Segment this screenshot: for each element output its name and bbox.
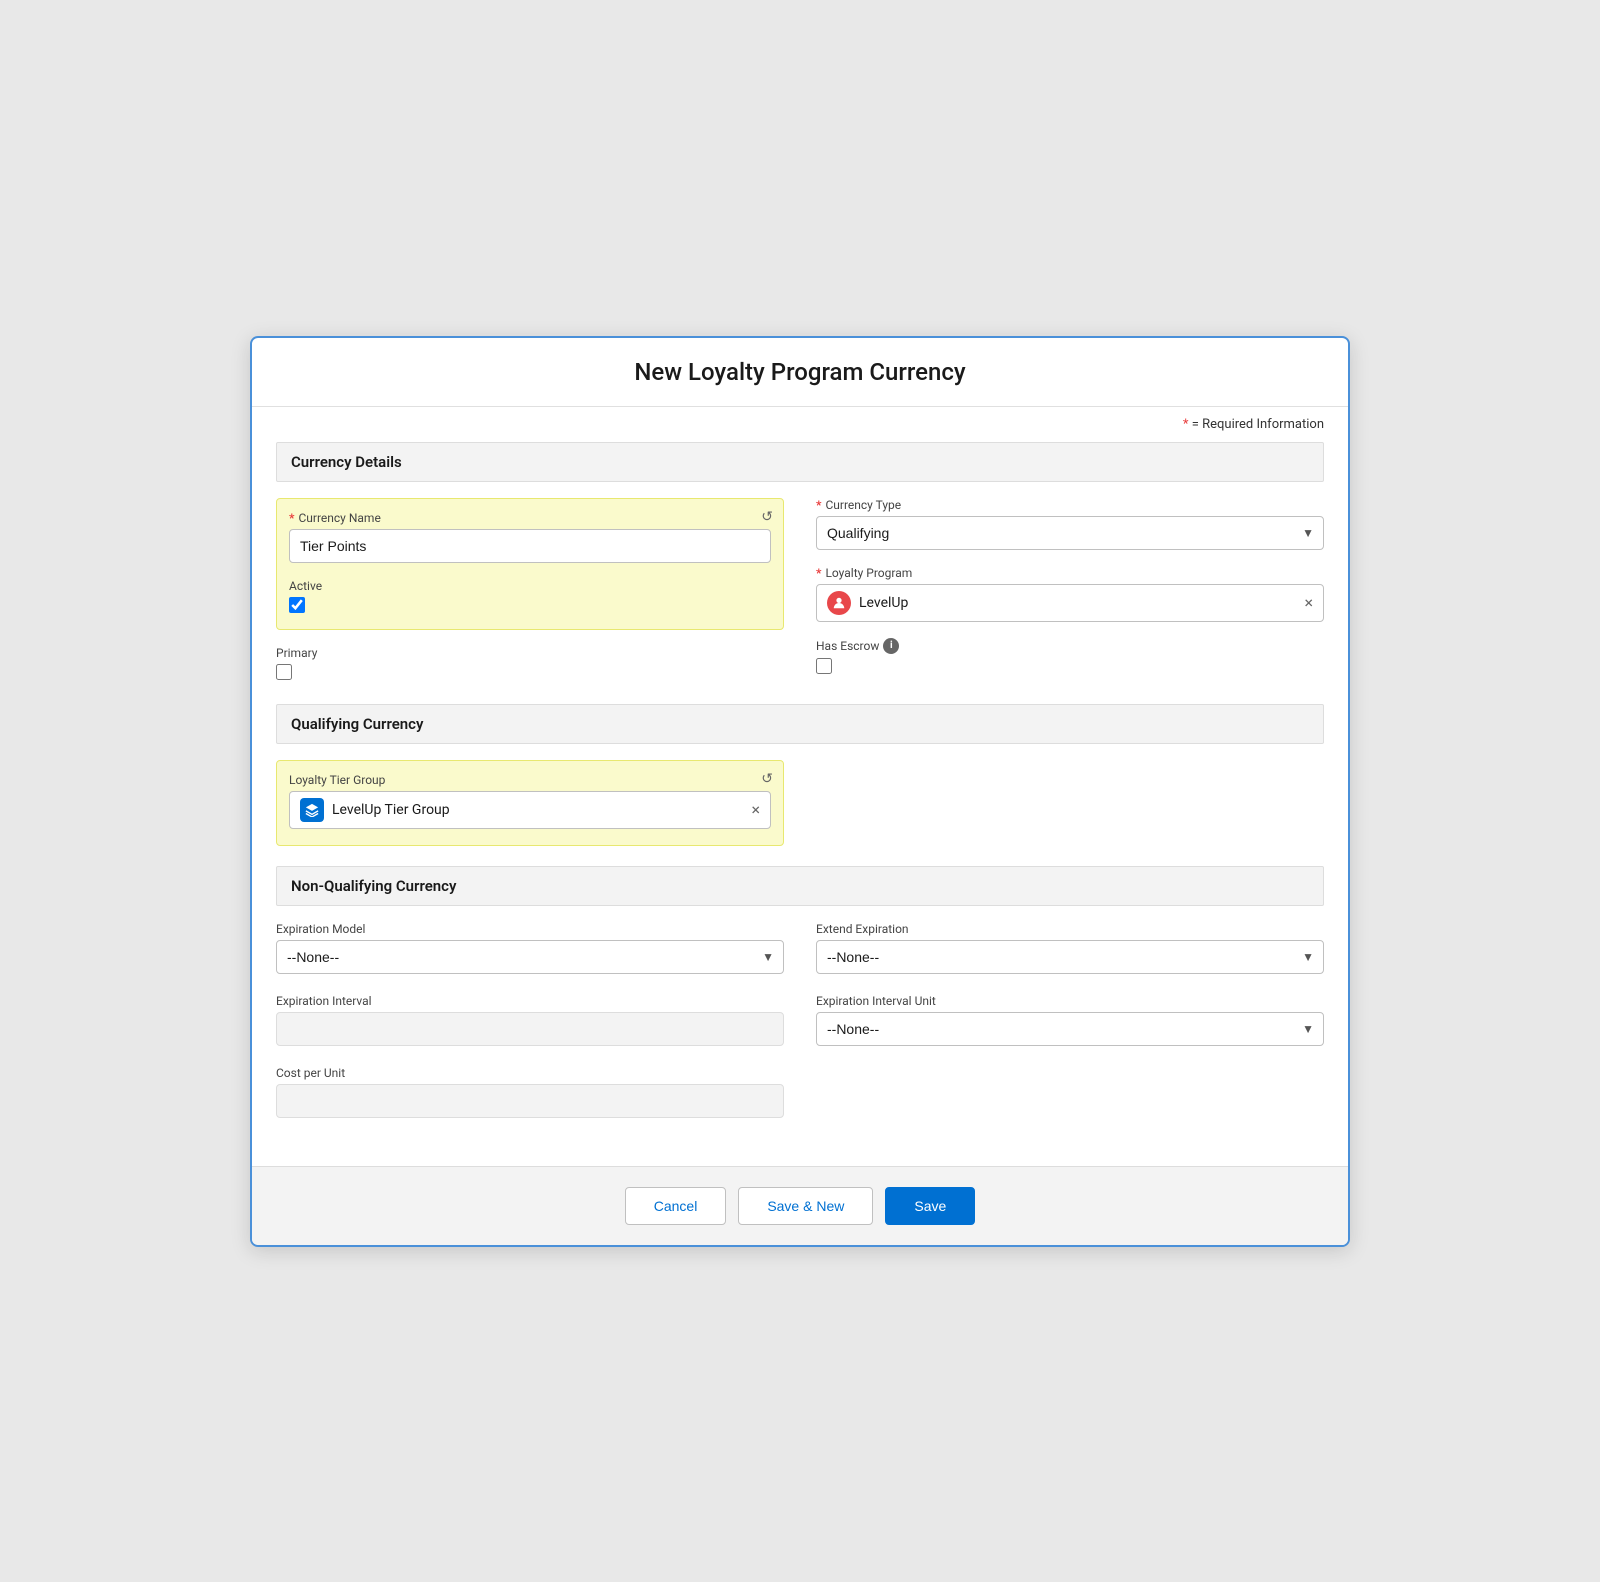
expiration-interval-label: Expiration Interval [276, 994, 784, 1008]
layers-icon [305, 803, 319, 817]
modal-container: New Loyalty Program Currency * = Require… [250, 336, 1350, 1247]
extend-expiration-field-group: Extend Expiration --None-- ▼ [816, 922, 1324, 974]
qualifying-currency-section: Qualifying Currency ↺ Loyalty Tier Group [276, 704, 1324, 846]
active-checkbox-field [289, 597, 771, 613]
loyalty-program-lookup: LevelUp × [816, 584, 1324, 622]
loyalty-program-field-group: * Loyalty Program LevelUp × [816, 566, 1324, 622]
currency-name-label: * Currency Name [289, 511, 771, 525]
qualifying-currency-header: Qualifying Currency [276, 704, 1324, 744]
currency-name-field-group: * Currency Name [289, 511, 771, 563]
expiration-interval-unit-label: Expiration Interval Unit [816, 994, 1324, 1008]
person-icon [832, 596, 846, 610]
modal-header: New Loyalty Program Currency [252, 338, 1348, 407]
currency-type-required-star: * [816, 498, 821, 512]
expiration-interval-unit-field-group: Expiration Interval Unit --None-- ▼ [816, 994, 1324, 1046]
currency-details-header: Currency Details [276, 442, 1324, 482]
loyalty-program-clear-icon[interactable]: × [1304, 593, 1313, 612]
has-escrow-label: Has Escrow i [816, 638, 1324, 654]
currency-name-input[interactable] [289, 529, 771, 563]
loyalty-tier-group-icon [300, 798, 324, 822]
currency-name-reset-icon[interactable]: ↺ [761, 509, 773, 525]
expiration-model-select[interactable]: --None-- [276, 940, 784, 974]
currency-details-row1: ↺ * Currency Name Active [276, 498, 1324, 684]
required-info-note: * = Required Information [252, 407, 1348, 442]
active-checkbox[interactable] [289, 597, 305, 613]
loyalty-program-label: * Loyalty Program [816, 566, 1324, 580]
currency-type-label: * Currency Type [816, 498, 1324, 512]
extend-expiration-select-wrapper: --None-- ▼ [816, 940, 1324, 974]
non-qualifying-currency-header: Non-Qualifying Currency [276, 866, 1324, 906]
loyalty-program-required-star: * [816, 566, 821, 580]
has-escrow-checkbox-field [816, 658, 1324, 674]
non-qualifying-row1: Expiration Model --None-- ▼ [276, 922, 1324, 978]
expiration-interval-unit-select[interactable]: --None-- [816, 1012, 1324, 1046]
currency-type-select-wrapper: Qualifying Non-Qualifying ▼ [816, 516, 1324, 550]
cost-per-unit-col: Cost per Unit [276, 1066, 784, 1122]
required-info-label: = Required Information [1192, 417, 1324, 432]
has-escrow-field-group: Has Escrow i [816, 638, 1324, 674]
expiration-interval-input[interactable] [276, 1012, 784, 1046]
expiration-interval-unit-select-wrapper: --None-- ▼ [816, 1012, 1324, 1046]
loyalty-program-icon [827, 591, 851, 615]
cost-per-unit-empty-col [816, 1066, 1324, 1122]
currency-name-highlight: ↺ * Currency Name Active [276, 498, 784, 630]
loyalty-tier-group-field-group: Loyalty Tier Group [289, 773, 771, 829]
cost-per-unit-label: Cost per Unit [276, 1066, 784, 1080]
required-star: * [1183, 417, 1189, 432]
loyalty-tier-group-value: LevelUp Tier Group [332, 802, 743, 818]
primary-checkbox-field [276, 664, 784, 680]
loyalty-tier-group-reset-icon[interactable]: ↺ [761, 771, 773, 787]
expiration-model-select-wrapper: --None-- ▼ [276, 940, 784, 974]
currency-details-left-col: ↺ * Currency Name Active [276, 498, 784, 684]
qualifying-currency-left-col: ↺ Loyalty Tier Group [276, 760, 784, 846]
loyalty-tier-group-label: Loyalty Tier Group [289, 773, 771, 787]
cost-per-unit-input[interactable] [276, 1084, 784, 1118]
non-qualifying-row2: Expiration Interval Expiration Interval … [276, 994, 1324, 1050]
currency-name-required-star: * [289, 511, 294, 525]
expiration-model-col: Expiration Model --None-- ▼ [276, 922, 784, 978]
cancel-button[interactable]: Cancel [625, 1187, 727, 1225]
primary-label: Primary [276, 646, 784, 660]
has-escrow-info-icon[interactable]: i [883, 638, 899, 654]
loyalty-tier-group-highlight: ↺ Loyalty Tier Group [276, 760, 784, 846]
qualifying-currency-row1: ↺ Loyalty Tier Group [276, 760, 1324, 846]
page-title: New Loyalty Program Currency [272, 358, 1328, 386]
expiration-interval-field-group: Expiration Interval [276, 994, 784, 1046]
extend-expiration-label: Extend Expiration [816, 922, 1324, 936]
loyalty-tier-group-clear-icon[interactable]: × [751, 800, 760, 819]
expiration-model-label: Expiration Model [276, 922, 784, 936]
cost-per-unit-field-group: Cost per Unit [276, 1066, 784, 1118]
expiration-interval-unit-col: Expiration Interval Unit --None-- ▼ [816, 994, 1324, 1050]
save-new-button[interactable]: Save & New [738, 1187, 873, 1225]
loyalty-tier-group-lookup: LevelUp Tier Group × [289, 791, 771, 829]
modal-body: Currency Details ↺ * Currency Name [252, 442, 1348, 1166]
expiration-model-field-group: Expiration Model --None-- ▼ [276, 922, 784, 974]
currency-details-section: Currency Details ↺ * Currency Name [276, 442, 1324, 684]
has-escrow-checkbox[interactable] [816, 658, 832, 674]
currency-type-select[interactable]: Qualifying Non-Qualifying [816, 516, 1324, 550]
non-qualifying-currency-section: Non-Qualifying Currency Expiration Model… [276, 866, 1324, 1122]
extend-expiration-col: Extend Expiration --None-- ▼ [816, 922, 1324, 978]
save-button[interactable]: Save [885, 1187, 975, 1225]
currency-type-field-group: * Currency Type Qualifying Non-Qualifyin… [816, 498, 1324, 550]
active-label: Active [289, 579, 771, 593]
modal-footer: Cancel Save & New Save [252, 1166, 1348, 1245]
extend-expiration-select[interactable]: --None-- [816, 940, 1324, 974]
loyalty-program-value: LevelUp [859, 595, 1296, 611]
primary-checkbox[interactable] [276, 664, 292, 680]
currency-details-right-col: * Currency Type Qualifying Non-Qualifyin… [816, 498, 1324, 684]
expiration-interval-col: Expiration Interval [276, 994, 784, 1050]
primary-field-group: Primary [276, 646, 784, 680]
qualifying-currency-right-col [816, 760, 1324, 846]
active-field-group: Active [289, 579, 771, 613]
non-qualifying-row3: Cost per Unit [276, 1066, 1324, 1122]
